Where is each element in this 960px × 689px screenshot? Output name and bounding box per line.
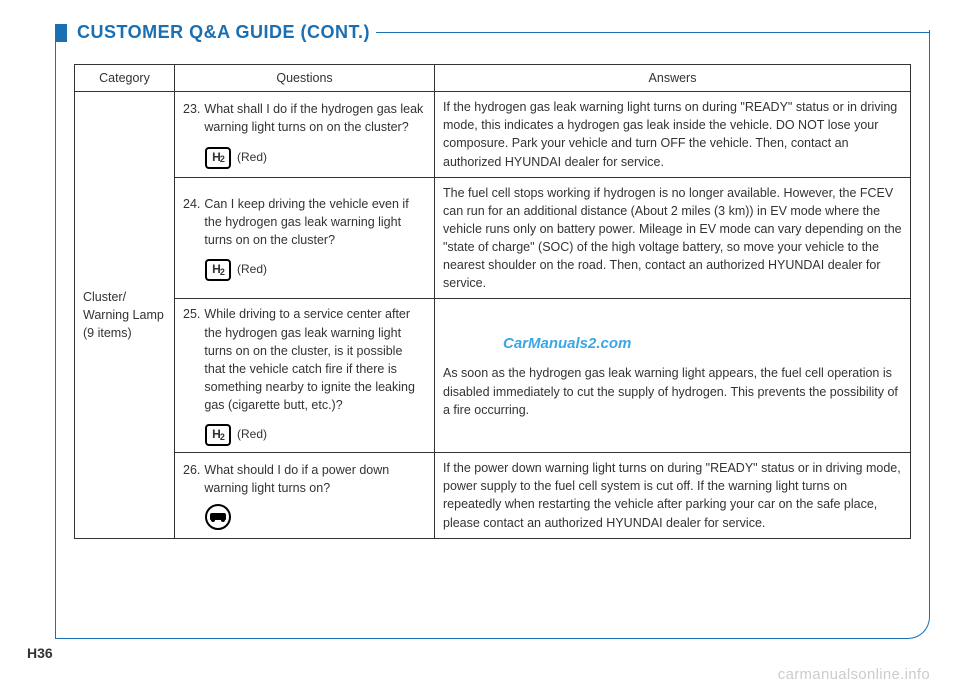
question-number: 25. <box>183 305 200 414</box>
col-header-questions: Questions <box>175 65 435 92</box>
question-cell: 23. What shall I do if the hydrogen gas … <box>175 92 435 178</box>
answer-cell: CarManuals2.com As soon as the hydrogen … <box>435 299 911 453</box>
table-row: 24. Can I keep driving the vehicle even … <box>75 177 911 299</box>
question-text: What shall I do if the hydrogen gas leak… <box>200 100 426 136</box>
category-text: Cluster/ Warning Lamp (9 items) <box>83 290 164 340</box>
answer-text: If the hydrogen gas leak warning light t… <box>443 100 897 168</box>
qa-table: Category Questions Answers Cluster/ Warn… <box>74 64 911 539</box>
question-cell: 26. What should I do if a power down war… <box>175 453 435 539</box>
page-number: H36 <box>27 645 53 661</box>
table-row: 26. What should I do if a power down war… <box>75 453 911 539</box>
question-number: 23. <box>183 100 200 136</box>
answer-text: As soon as the hydrogen gas leak warning… <box>443 366 898 416</box>
question-text: Can I keep driving the vehicle even if t… <box>200 195 426 249</box>
table-row: Cluster/ Warning Lamp (9 items) 23. What… <box>75 92 911 178</box>
h2-warning-icon: H2 <box>205 259 231 281</box>
h2-warning-icon: H2 <box>205 147 231 169</box>
answer-text: The fuel cell stops working if hydrogen … <box>443 186 902 291</box>
col-header-category: Category <box>75 65 175 92</box>
answer-text: If the power down warning light turns on… <box>443 461 901 529</box>
question-number: 26. <box>183 461 200 497</box>
power-down-icon <box>205 504 231 530</box>
answer-cell: If the power down warning light turns on… <box>435 453 911 539</box>
question-text: What should I do if a power down warning… <box>200 461 426 497</box>
page-frame: Category Questions Answers Cluster/ Warn… <box>55 30 930 639</box>
answer-cell: If the hydrogen gas leak warning light t… <box>435 92 911 178</box>
question-number: 24. <box>183 195 200 249</box>
col-header-answers: Answers <box>435 65 911 92</box>
watermark-footer: carmanualsonline.info <box>778 666 930 683</box>
h2-warning-icon: H2 <box>205 424 231 446</box>
category-cell: Cluster/ Warning Lamp (9 items) <box>75 92 175 539</box>
watermark-center: CarManuals2.com <box>503 333 902 355</box>
question-cell: 24. Can I keep driving the vehicle even … <box>175 177 435 299</box>
question-cell: 25. While driving to a service center af… <box>175 299 435 453</box>
icon-color-label: (Red) <box>237 149 267 166</box>
icon-color-label: (Red) <box>237 261 267 278</box>
icon-color-label: (Red) <box>237 426 267 443</box>
answer-cell: The fuel cell stops working if hydrogen … <box>435 177 911 299</box>
table-row: 25. While driving to a service center af… <box>75 299 911 453</box>
question-text: While driving to a service center after … <box>200 305 426 414</box>
